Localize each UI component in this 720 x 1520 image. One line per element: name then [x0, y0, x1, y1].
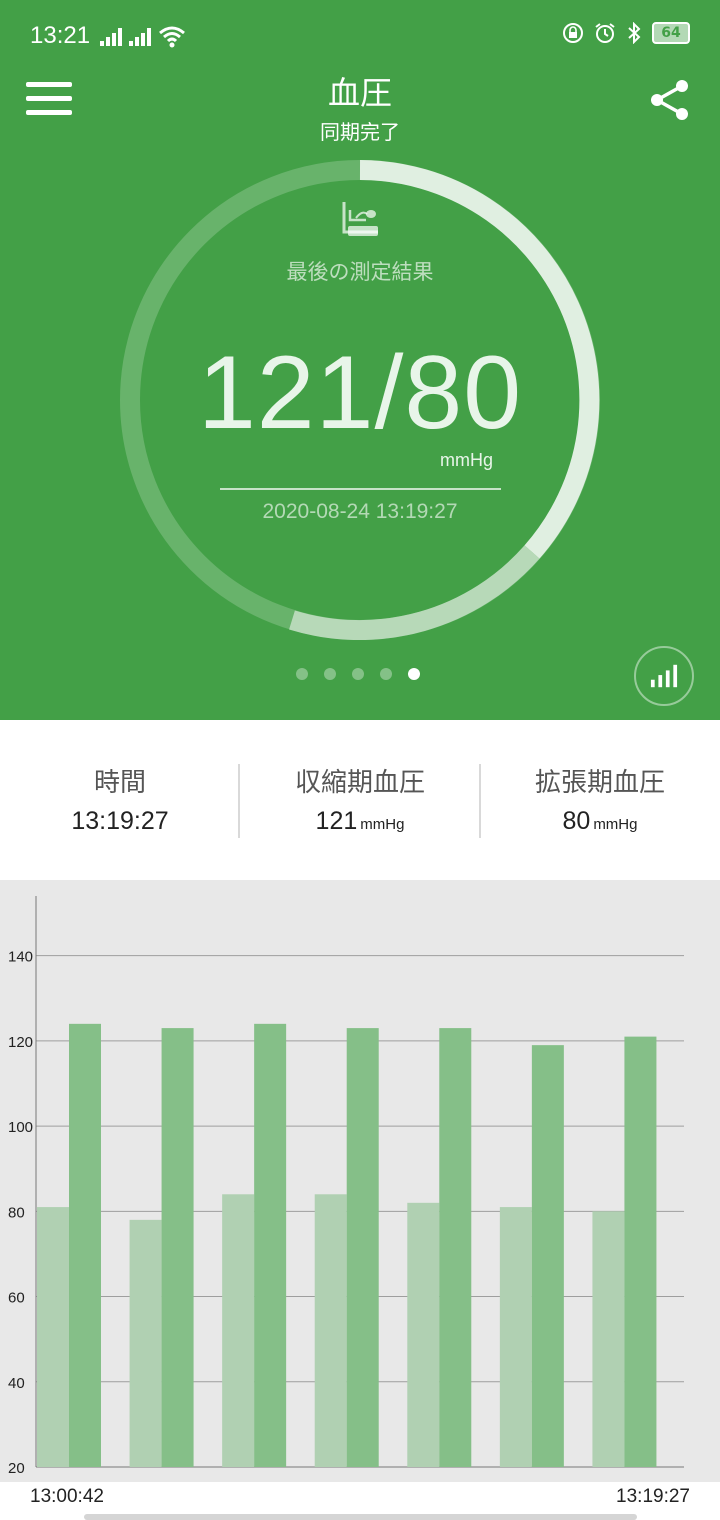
share-icon[interactable] — [648, 78, 692, 122]
time-label: 時間 — [93, 768, 146, 798]
page-dot[interactable] — [380, 668, 392, 680]
diastolic-bar — [407, 1202, 440, 1467]
page-dot[interactable] — [324, 668, 336, 680]
diastolic-value: 80 — [562, 807, 591, 835]
systolic-label: 収縮期血圧 — [294, 768, 425, 798]
y-tick-label: 120 — [8, 1034, 33, 1051]
bp-reading: 121/80 — [197, 335, 523, 451]
systolic-unit: mmHg — [360, 816, 405, 833]
page-dot[interactable] — [352, 668, 364, 680]
title-block: 血圧 同期完了 — [0, 68, 720, 145]
bp-unit: mmHg — [440, 450, 493, 470]
y-tick-label: 100 — [8, 1119, 33, 1136]
y-tick-label: 40 — [8, 1375, 25, 1392]
status-time: 13:21 — [30, 22, 91, 49]
diastolic-bar — [499, 1207, 532, 1467]
page-title: 血圧 — [327, 74, 392, 112]
systolic-bar — [161, 1028, 194, 1467]
systolic-bar — [254, 1023, 287, 1467]
diastolic-bar — [222, 1194, 255, 1467]
summary-time: 時間 13:19:27 — [0, 762, 240, 836]
blood-pressure-icon — [342, 202, 378, 236]
systolic-bar — [69, 1023, 101, 1467]
measurement-datetime: 2020-08-24 13:19:27 — [262, 500, 458, 523]
systolic-bar — [531, 1045, 564, 1467]
bp-bar-chart[interactable]: 20 40 60 80 100 120 140 — [0, 880, 720, 1482]
diastolic-unit: mmHg — [593, 816, 638, 833]
systolic-reading: 121 mmHg — [240, 807, 480, 836]
last-measurement-label: 最後の測定結果 — [286, 260, 434, 284]
app-root: 13:21 64 血圧 同期完了 最後の測定結果 121/80 mmHg 202… — [0, 0, 720, 1520]
alarm-icon — [595, 23, 615, 43]
y-tick-label: 60 — [8, 1290, 25, 1307]
divider — [220, 488, 501, 490]
x-end-label: 13:19:27 — [616, 1486, 690, 1507]
time-value: 13:19:27 — [71, 807, 169, 835]
chart-area[interactable]: 20 40 60 80 100 120 140 — [0, 880, 720, 1482]
signal-icon — [129, 28, 151, 46]
y-tick-label: 20 — [8, 1460, 25, 1477]
systolic-bar — [439, 1028, 472, 1467]
battery-indicator: 64 — [652, 22, 690, 44]
status-bar: 13:21 64 — [0, 0, 720, 72]
diastolic-bar — [592, 1211, 625, 1467]
page-indicator — [296, 668, 420, 680]
page-dot[interactable] — [296, 668, 308, 680]
header-panel: 13:21 64 血圧 同期完了 最後の測定結果 121/80 mmHg 202… — [0, 0, 720, 720]
page-dot-active[interactable] — [408, 668, 420, 680]
signal-icon — [100, 28, 122, 46]
wifi-icon — [159, 26, 185, 48]
systolic-bar — [346, 1028, 379, 1467]
y-tick-label: 140 — [8, 949, 33, 966]
diastolic-bar — [37, 1207, 69, 1467]
summary-systolic: 収縮期血圧 121 mmHg — [240, 762, 480, 836]
diastolic-bar — [129, 1219, 162, 1467]
bar-chart-icon[interactable] — [634, 646, 694, 706]
diastolic-reading: 80 mmHg — [480, 807, 720, 836]
systolic-bar — [624, 1036, 657, 1467]
systolic-value: 121 — [315, 807, 358, 835]
y-tick-label: 80 — [8, 1204, 25, 1221]
status-right-icons: 64 — [562, 22, 690, 44]
lock-rotation-icon — [563, 23, 583, 43]
horizontal-scrollbar[interactable] — [84, 1514, 637, 1520]
diastolic-bar — [314, 1194, 347, 1467]
x-start-label: 13:00:42 — [30, 1486, 104, 1507]
summary-row: 時間 13:19:27 収縮期血圧 121 mmHg 拡張期血圧 80 mmHg — [0, 720, 720, 880]
bluetooth-icon — [628, 22, 641, 44]
summary-diastolic: 拡張期血圧 80 mmHg — [480, 762, 720, 836]
diastolic-label: 拡張期血圧 — [534, 768, 665, 798]
sync-status: 同期完了 — [320, 120, 400, 144]
